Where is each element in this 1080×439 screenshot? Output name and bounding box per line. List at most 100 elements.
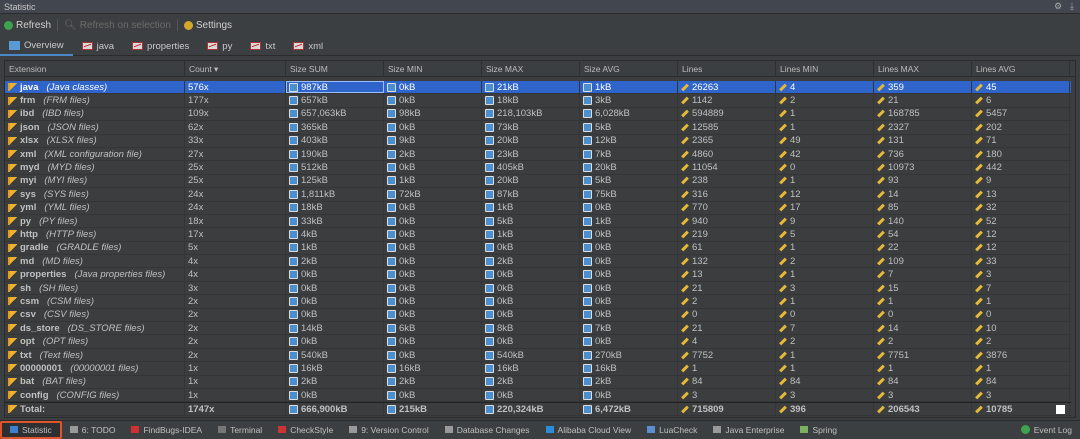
- toolwindow-statistic[interactable]: Statistic: [0, 420, 62, 439]
- toolwindow-database-changes[interactable]: Database Changes: [437, 421, 538, 439]
- file-size-icon: [387, 283, 396, 293]
- column-header-size-avg[interactable]: Size AVG: [580, 61, 678, 76]
- table-row[interactable]: java (Java classes) 576x 987kB 0kB 21kB 1kB 262…: [5, 81, 1071, 95]
- table-row[interactable]: csv (CSV files) 2x 0kB 0kB 0kB 0kB 0 0 0 0: [5, 308, 1071, 323]
- lines-icon: [681, 110, 689, 118]
- table-cell: 0kB: [384, 268, 482, 281]
- tab-java[interactable]: java: [73, 36, 123, 56]
- column-header-lines-avg[interactable]: Lines AVG: [972, 61, 1070, 76]
- column-header-size-sum[interactable]: Size SUM: [286, 61, 384, 76]
- toolwindow-icon: [10, 426, 18, 433]
- table-row[interactable]: ds_store (DS_STORE files) 2x 14kB 6kB 8kB 7kB 2…: [5, 322, 1071, 336]
- table-row[interactable]: 00000001 (00000001 files) 1x 16kB 16kB 16kB 16…: [5, 362, 1071, 376]
- lines-icon: [975, 203, 983, 212]
- table-row[interactable]: myd (MYD files) 25x 512kB 0kB 405kB 20kB 11054 0…: [5, 161, 1071, 175]
- refresh-on-selection-button[interactable]: 🔍︎ Refresh on selection: [64, 20, 171, 31]
- toolwindow-luacheck[interactable]: LuaCheck: [639, 421, 705, 439]
- cell-value: 16kB: [497, 362, 519, 374]
- tab-properties[interactable]: properties: [123, 36, 198, 56]
- table-row[interactable]: myi (MYI files) 25x 125kB 1kB 20kB 5kB 238 1 93 9: [5, 174, 1071, 189]
- table-cell: 5kB: [482, 214, 580, 228]
- column-header-lines-min[interactable]: Lines MIN: [776, 61, 874, 76]
- table-row[interactable]: md (MD files) 4x 2kB 0kB 2kB 0kB 132 2 109 33: [5, 255, 1071, 269]
- column-header-lines-max[interactable]: Lines MAX: [874, 61, 972, 76]
- cell-value: 12: [790, 188, 801, 200]
- cell-value: 576x: [188, 81, 209, 93]
- table-row[interactable]: xml (XML configuration file) 27x 190kB 2kB 23…: [5, 147, 1071, 162]
- tab-overview[interactable]: Overview: [0, 36, 73, 56]
- table-row[interactable]: txt (Text files) 2x 540kB 0kB 540kB 270kB 7752 1…: [5, 348, 1071, 363]
- table-cell: 13: [972, 188, 1070, 201]
- toolwindow-java-enterprise[interactable]: Java Enterprise: [705, 421, 792, 439]
- table-row[interactable]: gradle (GRADLE files) 5x 1kB 0kB 0kB 0kB 61 1 22 1…: [5, 241, 1071, 256]
- table-row[interactable]: config (CONFIG files) 1x 0kB 0kB 0kB 0kB 3 3 3 3: [5, 388, 1071, 403]
- column-header-lines[interactable]: Lines: [678, 61, 776, 76]
- table-row[interactable]: sh (SH files) 3x 0kB 0kB 0kB 0kB 21 3 15 7: [5, 281, 1071, 296]
- settings-button[interactable]: Settings: [183, 20, 232, 31]
- toolwindow-icon: [218, 426, 227, 433]
- tab-xml[interactable]: xml: [284, 36, 332, 56]
- table-cell: 218,103kB: [482, 107, 580, 121]
- table-row[interactable]: frm (FRM files) 177x 657kB 0kB 18kB 3kB 1142 2 21…: [5, 94, 1071, 108]
- column-header-size-min[interactable]: Size MIN: [384, 61, 482, 76]
- cell-value: 2kB: [497, 376, 514, 388]
- gear-icon[interactable]: ⚙: [1054, 1, 1062, 12]
- cell-value: 18kB: [497, 95, 519, 107]
- table-cell: 10973: [874, 161, 972, 174]
- column-header-label: Lines MIN: [780, 64, 819, 74]
- table-cell: 0kB: [580, 201, 678, 214]
- table-row[interactable]: yml (YML files) 24x 18kB 0kB 1kB 0kB 770 17 85 32: [5, 201, 1071, 215]
- refresh-button[interactable]: Refresh: [4, 20, 51, 31]
- extension-cell: sh (SH files): [5, 281, 185, 295]
- table-row[interactable]: properties (Java properties files) 4x 0kB 0k…: [5, 268, 1071, 282]
- toolwindow-6-todo[interactable]: 6: TODO: [62, 421, 124, 439]
- cell-value: 33kB: [301, 215, 323, 227]
- file-size-icon: [289, 377, 298, 387]
- file-size-icon: [583, 363, 592, 373]
- file-type-icon: [8, 284, 17, 293]
- table-cell: 0: [776, 161, 874, 174]
- lines-icon: [877, 337, 885, 346]
- extension-description: (FRM files): [43, 95, 90, 107]
- cell-value: 61: [692, 242, 703, 254]
- toolwindow-spring[interactable]: Spring: [792, 421, 845, 439]
- table-cell: 84: [972, 375, 1070, 388]
- column-header-extension[interactable]: Extension: [5, 61, 185, 76]
- toolwindow-terminal[interactable]: Terminal: [210, 421, 270, 439]
- extension-name: xml: [20, 148, 37, 160]
- total-label: Total:: [20, 403, 46, 415]
- table-row[interactable]: ibd (IBD files) 109x 657,063kB 98kB 218,103kB…: [5, 107, 1071, 122]
- table-row[interactable]: csm (CSM files) 2x 0kB 0kB 0kB 0kB 2 1 1 1: [5, 295, 1071, 309]
- cell-value: 3kB: [595, 95, 612, 107]
- table-cell: 0kB: [580, 308, 678, 322]
- column-header-count[interactable]: Count ▾: [185, 61, 286, 76]
- tab-py[interactable]: py: [198, 36, 241, 56]
- sort-descending-icon: ▾: [211, 64, 219, 74]
- lines-icon: [681, 257, 689, 266]
- event-log-button[interactable]: Event Log: [1013, 421, 1080, 439]
- minimize-icon[interactable]: ⤓: [1070, 1, 1074, 12]
- cell-value: 85: [888, 202, 899, 214]
- file-size-icon: [583, 163, 592, 173]
- lines-icon: [877, 163, 885, 172]
- toolwindow-alibaba-cloud-view[interactable]: Alibaba Cloud View: [538, 421, 640, 439]
- table-row[interactable]: json (JSON files) 62x 365kB 0kB 73kB 5kB 12585 1…: [5, 121, 1071, 135]
- tab-txt[interactable]: txt: [241, 36, 284, 56]
- table-row[interactable]: py (PY files) 18x 33kB 0kB 5kB 1kB 940 9 140 52: [5, 214, 1071, 229]
- toolwindow-9-version-control[interactable]: 9: Version Control: [341, 421, 437, 439]
- extension-description: (MD files): [42, 255, 83, 267]
- file-size-icon: [485, 296, 494, 306]
- table-row[interactable]: opt (OPT files) 2x 0kB 0kB 0kB 0kB 4 2 2 2: [5, 335, 1071, 349]
- toolwindow-findbugs-idea[interactable]: FindBugs-IDEA: [123, 421, 210, 439]
- column-header-size-max[interactable]: Size MAX: [482, 61, 580, 76]
- table-row[interactable]: bat (BAT files) 1x 2kB 2kB 2kB 2kB 84 84 84 84: [5, 375, 1071, 389]
- table-row[interactable]: http (HTTP files) 17x 4kB 0kB 1kB 0kB 219 5 54 12: [5, 228, 1071, 242]
- toolwindow-checkstyle[interactable]: CheckStyle: [270, 421, 341, 439]
- column-header-label: Size AVG: [584, 64, 620, 74]
- extension-name: http: [20, 229, 38, 240]
- table-row[interactable]: sys (SYS files) 24x 1,811kB 72kB 87kB 75kB 316 1…: [5, 188, 1071, 202]
- extension-name: config: [20, 389, 49, 401]
- table-row[interactable]: xlsx (XLSX files) 33x 403kB 9kB 20kB 12kB 2365 4…: [5, 134, 1071, 148]
- lines-icon: [779, 163, 787, 172]
- extension-cell: properties (Java properties files): [5, 268, 185, 281]
